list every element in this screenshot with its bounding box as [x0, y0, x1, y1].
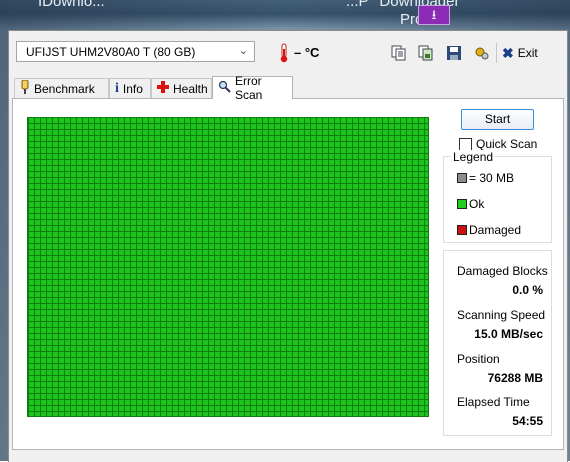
damaged-blocks-value: 0.0 % [512, 283, 543, 297]
magnifier-icon [218, 80, 231, 96]
exit-label: Exit [517, 46, 538, 60]
legend-swatch-gray [457, 173, 467, 183]
start-button[interactable]: Start [461, 109, 534, 130]
legend-label-ok: Ok [469, 197, 485, 211]
scanning-speed-label: Scanning Speed [457, 308, 546, 322]
scan-stats-box: Damaged Blocks 0.0 % Scanning Speed 15.0… [443, 250, 552, 436]
elapsed-time-label: Elapsed Time [457, 395, 530, 409]
tab-benchmark[interactable]: Benchmark [14, 78, 109, 98]
elapsed-time-value: 54:55 [512, 414, 543, 428]
quick-scan-checkbox[interactable] [459, 137, 472, 151]
legend-item-block-size: = 30 MB [457, 171, 514, 185]
exit-button[interactable]: ✖ Exit [502, 41, 538, 65]
temperature-value: – °C [294, 45, 320, 60]
tab-strip: Benchmark i Info Health Error Scan [12, 74, 564, 102]
options-icon[interactable] [470, 41, 494, 65]
tab-info[interactable]: i Info [109, 78, 151, 98]
tab-error-scan-label: Error Scan [235, 74, 263, 102]
tab-error-scan[interactable]: Error Scan [212, 74, 293, 102]
hdtune-window: UFIJST UHM2V80A0 T (80 GB) ⌄ – °C ✖ Exit [8, 30, 568, 462]
health-cross-icon [157, 81, 169, 96]
drive-select[interactable]: UFIJST UHM2V80A0 T (80 GB) ⌄ [16, 41, 255, 62]
save-icon[interactable] [442, 41, 466, 65]
scan-block-grid [27, 117, 429, 417]
tab-benchmark-label: Benchmark [34, 81, 95, 96]
damaged-blocks-label: Damaged Blocks [457, 264, 548, 278]
error-scan-panel: Start Quick Scan Legend = 30 MB Ok Damag… [12, 98, 564, 450]
copy-screenshot-icon[interactable] [414, 41, 438, 65]
tab-health-label: Health [173, 81, 208, 96]
legend-item-ok: Ok [457, 197, 484, 211]
thermometer-icon [279, 43, 289, 66]
legend-label-block-size: = 30 MB [469, 171, 515, 185]
legend-title: Legend [451, 150, 496, 164]
toolbar-separator [496, 43, 497, 63]
legend-swatch-red [457, 225, 467, 235]
quick-scan-label: Quick Scan [476, 137, 538, 151]
tab-health[interactable]: Health [151, 78, 212, 98]
quick-scan-option[interactable]: Quick Scan [459, 137, 537, 151]
download-arrow-icon[interactable]: ⭳ [418, 5, 450, 25]
legend-item-damaged: Damaged [457, 223, 521, 237]
position-value: 76288 MB [487, 371, 543, 385]
copy-text-icon[interactable] [387, 41, 411, 65]
desktop-label-left: IDownlo... [38, 0, 105, 10]
chevron-down-icon[interactable]: ⌄ [239, 44, 248, 57]
drive-select-value: UFIJST UHM2V80A0 T (80 GB) [26, 45, 196, 59]
scanning-speed-value: 15.0 MB/sec [474, 327, 543, 341]
close-icon: ✖ [502, 44, 514, 61]
tab-info-label: Info [122, 81, 143, 96]
legend-swatch-green [457, 199, 467, 209]
legend-box: Legend = 30 MB Ok Damaged [443, 150, 552, 243]
stopwatch-icon [20, 79, 30, 97]
position-label: Position [457, 352, 500, 366]
legend-label-damaged: Damaged [469, 223, 522, 237]
info-icon: i [115, 80, 119, 96]
